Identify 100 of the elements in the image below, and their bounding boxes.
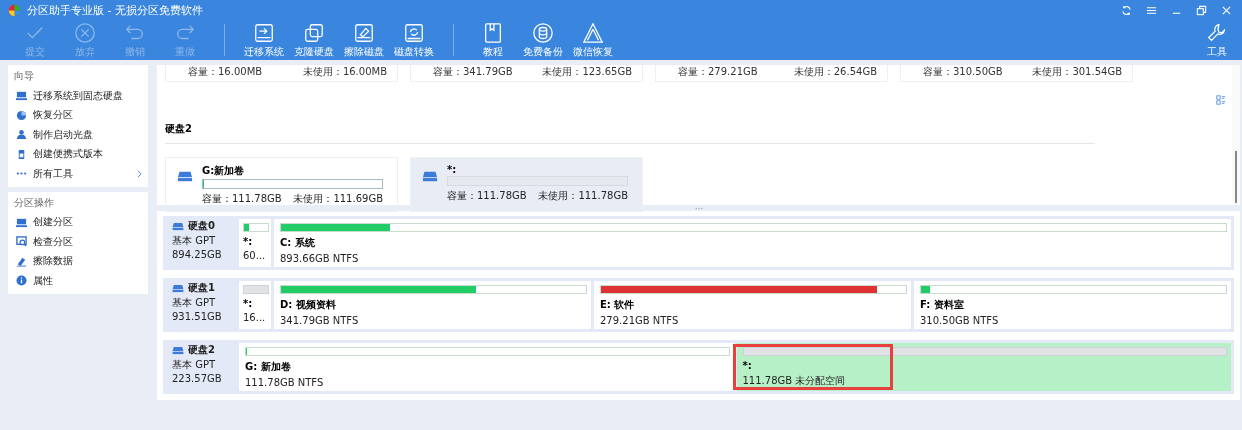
partition-name: *:: [447, 164, 458, 175]
disk-icon: [172, 345, 184, 355]
cancel-icon: [74, 22, 96, 44]
toolbar-button[interactable]: 免费备份: [518, 20, 568, 59]
partition-card[interactable]: *: 容量：111.78GB 未使用：111.78GB: [410, 157, 643, 212]
partition-block[interactable]: E: 软件 279.21GB NTFS: [594, 281, 911, 329]
unused-text: 未使用：301.54GB: [1032, 65, 1122, 79]
disk-icon: [421, 171, 439, 182]
usage-bar: [243, 285, 269, 294]
capacity-text: 容量：111.78GB: [202, 192, 282, 206]
disk-icon: [172, 283, 184, 293]
disk-icon: [172, 221, 184, 231]
disk-size: 894.25GB: [172, 249, 223, 260]
sidebar-item[interactable]: 创建便携式版本: [8, 144, 148, 164]
menu-icon[interactable]: [1146, 4, 1157, 16]
disk-type: 基本 GPT: [172, 234, 217, 248]
capacity-text: 容量：111.78GB: [447, 189, 527, 203]
partition-detail: 111.78GB NTFS: [245, 377, 325, 388]
partition-block[interactable]: *: 60...: [239, 219, 271, 267]
capacity-text: 容量：310.50GB: [923, 65, 1003, 79]
partition-card[interactable]: 容量：341.79GB 未使用：123.65GB: [410, 65, 643, 82]
toolbar-button[interactable]: 擦除磁盘: [339, 20, 389, 59]
partition-name: E: 软件: [600, 298, 636, 312]
wrench-icon: [1206, 22, 1228, 44]
drives-icon: [303, 22, 325, 44]
capacity-text: 容量：341.79GB: [433, 65, 513, 79]
partition-detail: 893.66GB NTFS: [280, 253, 360, 264]
toolbar-button[interactable]: 克隆硬盘: [289, 20, 339, 59]
info-icon: [16, 275, 27, 287]
sidebar-item[interactable]: 所有工具: [8, 164, 148, 184]
partition-card[interactable]: 容量：16.00MB 未使用：16.00MB: [165, 65, 398, 82]
restore-icon[interactable]: [1196, 4, 1207, 16]
disk-name: 硬盘1: [188, 281, 215, 295]
partition-detail: 310.50GB NTFS: [920, 315, 1000, 326]
partition-name: *:: [243, 236, 254, 247]
chevron-icon: [137, 169, 142, 178]
unused-text: 未使用：16.00MB: [302, 65, 387, 79]
partition-block[interactable]: C: 系统 893.66GB NTFS: [274, 219, 1231, 267]
disk-size: 223.57GB: [172, 373, 223, 384]
sidebar-item[interactable]: 创建分区: [8, 212, 148, 232]
grid-view-icon[interactable]: [1216, 95, 1226, 105]
partition-detail: 341.79GB NTFS: [280, 315, 360, 326]
sidebar-item[interactable]: 迁移系统到固态硬盘: [8, 86, 148, 106]
toolbar-button[interactable]: 教程: [468, 20, 518, 59]
unused-text: 未使用：123.65GB: [542, 65, 632, 79]
app-logo-icon: [8, 3, 21, 17]
partition-detail: 60...: [243, 250, 267, 261]
capacity-text: 容量：16.00MB: [188, 65, 263, 79]
partition-block[interactable]: *: 16...: [239, 281, 271, 329]
unused-text: 未使用：26.54GB: [793, 65, 877, 79]
book-icon: [482, 22, 504, 44]
partition-card[interactable]: G:新加卷 容量：111.78GB 未使用：111.69GB: [165, 157, 398, 212]
toolbar-button[interactable]: 迁移系统: [239, 20, 289, 59]
partition-detail: 16...: [243, 312, 267, 323]
partition-detail: 111.78GB 未分配空间: [742, 374, 847, 388]
disk-name: 硬盘2: [188, 343, 215, 357]
unused-text: 未使用：111.78GB: [538, 189, 628, 203]
splitter-handle-icon[interactable]: [694, 206, 703, 210]
person-icon: [16, 129, 27, 141]
eraser-drive-icon: [353, 22, 375, 44]
disk-size: 931.51GB: [172, 311, 223, 322]
partition-name: D: 视频资料: [280, 298, 337, 312]
partition-name: C: 系统: [280, 236, 316, 250]
drive-refresh-icon: [403, 22, 425, 44]
partition-detail: 279.21GB NTFS: [600, 315, 680, 326]
partition-name: *:: [243, 298, 254, 309]
sidebar-item[interactable]: 属性: [8, 271, 148, 291]
sidebar-item[interactable]: 擦除数据: [8, 251, 148, 271]
drive-icon: [16, 90, 27, 102]
partition-name: G: 新加卷: [245, 360, 292, 374]
toolbar-button[interactable]: 磁盘转换: [389, 20, 439, 59]
disk-name: 硬盘0: [188, 219, 215, 233]
sidebar-heading: 分区操作: [13, 195, 55, 210]
database-icon: [532, 22, 554, 44]
disk-type: 基本 GPT: [172, 296, 217, 310]
usb-drive-icon: [16, 148, 27, 160]
sidebar-item[interactable]: 检查分区: [8, 232, 148, 252]
sidebar-item[interactable]: 恢复分区: [8, 105, 148, 125]
pie-chart-icon: [16, 109, 27, 121]
tools-button[interactable]: 工具: [1192, 20, 1242, 59]
sidebar-item[interactable]: 制作启动光盘: [8, 125, 148, 145]
disk-type: 基本 GPT: [172, 358, 217, 372]
toolbar-button[interactable]: 微信恢复: [568, 20, 618, 59]
partition-block[interactable]: D: 视频资料 341.79GB NTFS: [274, 281, 591, 329]
close-icon[interactable]: [1221, 4, 1232, 16]
partition-card[interactable]: 容量：279.21GB 未使用：26.54GB: [655, 65, 888, 82]
unused-text: 未使用：111.69GB: [293, 192, 383, 206]
drive-icon: [16, 216, 27, 228]
partition-name: G:新加卷: [202, 164, 246, 178]
partition-block[interactable]: *: 111.78GB 未分配空间: [736, 343, 1231, 391]
capacity-text: 容量：279.21GB: [678, 65, 758, 79]
refresh-icon[interactable]: [1121, 4, 1132, 16]
sidebar-heading: 向导: [13, 69, 35, 83]
disk-heading: 硬盘2: [165, 122, 1095, 144]
partition-card[interactable]: 容量：310.50GB 未使用：301.54GB: [900, 65, 1133, 82]
window-title: 分区助手专业版 - 无损分区免费软件: [27, 2, 203, 18]
partition-block[interactable]: F: 资料室 310.50GB NTFS: [914, 281, 1231, 329]
partition-block[interactable]: G: 新加卷 111.78GB NTFS: [239, 343, 734, 391]
scrollbar-thumb[interactable]: [1235, 151, 1237, 203]
disk-icon: [176, 171, 194, 182]
